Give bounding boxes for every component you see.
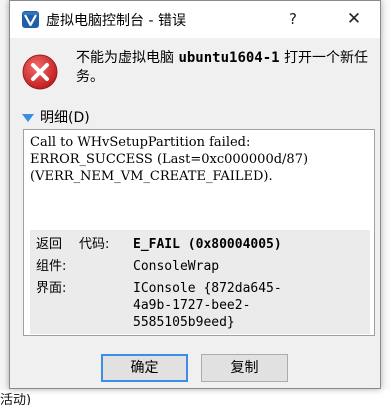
background-text: 活动) bbox=[0, 393, 32, 405]
close-button[interactable]: ✕ bbox=[336, 4, 372, 34]
error-line: Call to WHvSetupPartition failed: bbox=[30, 135, 251, 150]
info-row-component: 组件: ConsoleWrap bbox=[33, 258, 367, 275]
return-label: 返回 bbox=[36, 237, 63, 252]
code-value: E_FAIL (0x80004005) bbox=[133, 237, 282, 252]
details-label: 明细(D) bbox=[40, 110, 90, 126]
virtualbox-icon bbox=[22, 11, 39, 28]
title-bar: 虚拟电脑控制台 - 错误 ? ✕ bbox=[10, 1, 380, 38]
help-button[interactable]: ? bbox=[278, 4, 308, 34]
background-window-bottom bbox=[0, 390, 390, 405]
error-dialog: 虚拟电脑控制台 - 错误 ? ✕ 不能为虚拟电脑 ubuntu1604-1 打开… bbox=[9, 0, 381, 389]
copy-button[interactable]: 复制 bbox=[201, 354, 288, 382]
vm-name: ubuntu1604-1 bbox=[178, 50, 280, 66]
error-message: 不能为虚拟电脑 ubuntu1604-1 打开一个新任务。 bbox=[76, 49, 376, 87]
triangle-down-icon bbox=[22, 114, 34, 122]
ok-button[interactable]: 确定 bbox=[101, 354, 188, 382]
error-line: ERROR_SUCCESS (Last=0xc000000d/87) bbox=[30, 152, 309, 167]
code-label: 代码: bbox=[79, 237, 110, 252]
error-info-panel: 返回 代码: E_FAIL (0x80004005) 组件: ConsoleWr… bbox=[30, 230, 370, 334]
background-window-edge-right bbox=[382, 0, 390, 405]
details-toggle[interactable]: 明细(D) bbox=[22, 108, 90, 126]
component-value: ConsoleWrap bbox=[133, 259, 220, 274]
error-line: (VERR_NEM_VM_CREATE_FAILED). bbox=[30, 169, 273, 184]
error-text: Call to WHvSetupPartition failed: ERROR_… bbox=[30, 134, 370, 185]
dialog-title: 虚拟电脑控制台 - 错误 bbox=[46, 13, 186, 29]
interface-value: IConsole {872da645-4a9b-1727-bee2-558510… bbox=[133, 281, 282, 330]
info-row-interface: 界面: IConsole {872da645-4a9b-1727-bee2-55… bbox=[33, 280, 367, 332]
component-label: 组件: bbox=[36, 259, 67, 274]
details-panel[interactable]: Call to WHvSetupPartition failed: ERROR_… bbox=[23, 129, 375, 336]
error-icon bbox=[22, 54, 58, 90]
message-prefix: 不能为虚拟电脑 bbox=[76, 50, 174, 66]
info-row-code: 返回 代码: E_FAIL (0x80004005) bbox=[33, 236, 367, 253]
interface-label: 界面: bbox=[36, 281, 67, 296]
